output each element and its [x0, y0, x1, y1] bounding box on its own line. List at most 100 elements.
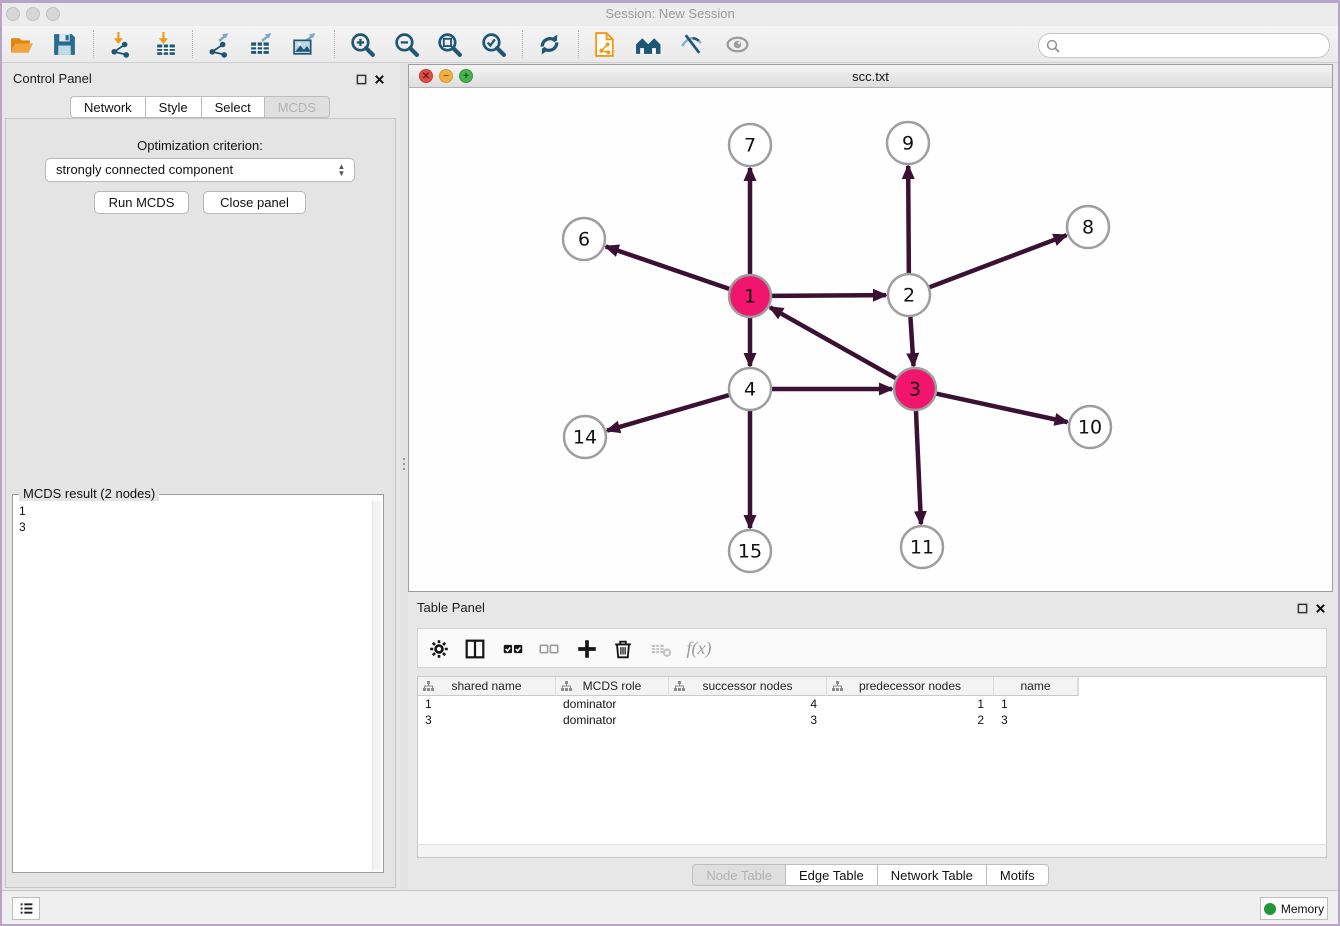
run-mcds-button[interactable]: Run MCDS — [94, 191, 189, 214]
cell-MCDS-role[interactable]: dominator — [556, 712, 669, 728]
float-table-panel-icon[interactable] — [1297, 601, 1308, 619]
refresh-icon — [536, 31, 563, 58]
status-bar: Memory — [0, 890, 1340, 924]
close-table-panel-icon[interactable] — [1315, 601, 1326, 619]
search-box[interactable] — [1038, 33, 1330, 58]
column-header-name[interactable]: name — [994, 677, 1078, 696]
cell-name[interactable]: 3 — [994, 712, 1078, 728]
criterion-select[interactable]: strongly connected component ▲▼ — [45, 158, 355, 182]
select-all-rows-button[interactable] — [496, 633, 530, 664]
delete-columns-button[interactable] — [606, 633, 640, 664]
zoom-selected-button[interactable] — [474, 27, 512, 61]
open-session-button[interactable] — [3, 27, 41, 61]
import-table-button[interactable] — [146, 27, 184, 61]
graph-edge-4-14[interactable] — [607, 395, 729, 430]
mcds-result-text[interactable]: 1 3 — [15, 501, 371, 870]
toolbar-divider — [334, 30, 335, 58]
cell-name[interactable]: 1 — [994, 696, 1078, 712]
graph-edge-3-11[interactable] — [916, 411, 921, 524]
import-table-icon — [152, 31, 179, 58]
column-header-successor-nodes[interactable]: successor nodes — [669, 677, 827, 696]
hide-selected-button[interactable] — [673, 27, 711, 61]
table-row-3[interactable]: 3dominator323 — [418, 712, 1078, 728]
first-neighbors-icon — [635, 31, 662, 58]
graph-node-label-11: 11 — [910, 537, 934, 559]
graph-edge-3-1[interactable] — [770, 307, 896, 378]
tab-edge-table[interactable]: Edge Table — [785, 864, 877, 886]
cell-shared-name[interactable]: 3 — [418, 712, 556, 728]
cell-predecessor-nodes[interactable]: 2 — [827, 712, 994, 728]
tab-style[interactable]: Style — [145, 96, 201, 118]
toggle-panel-layout-icon — [463, 637, 487, 661]
network-window-title: scc.txt — [409, 69, 1332, 84]
export-table-button[interactable] — [242, 27, 280, 61]
column-header-predecessor-nodes[interactable]: predecessor nodes — [827, 677, 994, 696]
toolbar-divider — [93, 30, 94, 58]
memory-button[interactable]: Memory — [1260, 897, 1328, 920]
graph-edge-1-2[interactable] — [772, 295, 886, 296]
import-network-button[interactable] — [101, 27, 139, 61]
export-network-button[interactable] — [199, 27, 237, 61]
tab-motifs[interactable]: Motifs — [986, 864, 1049, 886]
graph-node-label-7: 7 — [744, 135, 756, 157]
graph-node-label-3: 3 — [909, 379, 921, 401]
column-header-shared-name[interactable]: shared name — [418, 677, 556, 696]
result-scrollbar[interactable] — [372, 501, 381, 870]
deselect-all-rows-icon — [537, 637, 561, 661]
zoom-in-icon — [349, 31, 376, 58]
network-view-window: ✕ − + scc.txt 7968124314101511 — [408, 64, 1333, 592]
table-settings-button[interactable] — [422, 633, 456, 664]
cell-successor-nodes[interactable]: 4 — [669, 696, 827, 712]
tab-network-table[interactable]: Network Table — [877, 864, 986, 886]
graph-node-label-1: 1 — [744, 286, 756, 308]
new-network-from-selection-icon — [592, 31, 619, 58]
graph-node-label-14: 14 — [573, 427, 597, 449]
delete-table-icon — [649, 637, 673, 661]
export-image-button[interactable] — [286, 27, 324, 61]
zoom-out-button[interactable] — [387, 27, 425, 61]
close-panel-icon[interactable] — [374, 72, 385, 90]
graph-edge-1-6[interactable] — [606, 246, 729, 288]
tab-node-table[interactable]: Node Table — [692, 864, 785, 886]
graph-edge-2-3[interactable] — [910, 317, 913, 366]
first-neighbors-button[interactable] — [629, 27, 667, 61]
float-panel-icon[interactable] — [356, 72, 367, 90]
close-panel-button[interactable]: Close panel — [203, 191, 306, 214]
optimization-criterion-label: Optimization criterion: — [0, 138, 400, 153]
cell-predecessor-nodes[interactable]: 1 — [827, 696, 994, 712]
graph-node-label-15: 15 — [738, 541, 762, 563]
tab-mcds[interactable]: MCDS — [264, 96, 330, 118]
zoom-in-button[interactable] — [343, 27, 381, 61]
refresh-button[interactable] — [530, 27, 568, 61]
table-row-1[interactable]: 1dominator411 — [418, 696, 1078, 712]
graph-edge-2-8[interactable] — [930, 235, 1067, 287]
panel-splitter[interactable] — [400, 63, 408, 890]
toggle-panel-layout-button[interactable] — [458, 633, 492, 664]
network-graph-canvas[interactable]: 7968124314101511 — [409, 88, 1332, 591]
graph-edge-2-9[interactable] — [908, 166, 909, 273]
create-column-icon — [575, 637, 599, 661]
main-toolbar — [0, 26, 1340, 63]
table-panel-title: Table Panel — [417, 600, 485, 615]
cell-shared-name[interactable]: 1 — [418, 696, 556, 712]
zoom-fit-button[interactable] — [430, 27, 468, 61]
select-stepper-icon: ▲▼ — [335, 161, 348, 179]
new-network-from-selection-button[interactable] — [586, 27, 624, 61]
show-all-icon — [724, 31, 751, 58]
tab-network[interactable]: Network — [70, 96, 145, 118]
task-history-button[interactable] — [12, 897, 40, 920]
export-image-icon — [292, 31, 319, 58]
cell-MCDS-role[interactable]: dominator — [556, 696, 669, 712]
column-type-icon — [832, 681, 843, 692]
function-builder-button: f(x) — [682, 633, 716, 664]
deselect-all-rows-button[interactable] — [532, 633, 566, 664]
network-window-titlebar[interactable]: ✕ − + scc.txt — [409, 65, 1332, 88]
cell-successor-nodes[interactable]: 3 — [669, 712, 827, 728]
graph-edge-3-10[interactable] — [936, 394, 1067, 422]
save-session-button[interactable] — [45, 27, 83, 61]
create-column-button[interactable] — [570, 633, 604, 664]
tab-select[interactable]: Select — [201, 96, 264, 118]
table-horizontal-scrollbar[interactable] — [418, 844, 1326, 857]
search-input[interactable] — [1065, 36, 1323, 55]
column-header-MCDS-role[interactable]: MCDS role — [556, 677, 669, 696]
